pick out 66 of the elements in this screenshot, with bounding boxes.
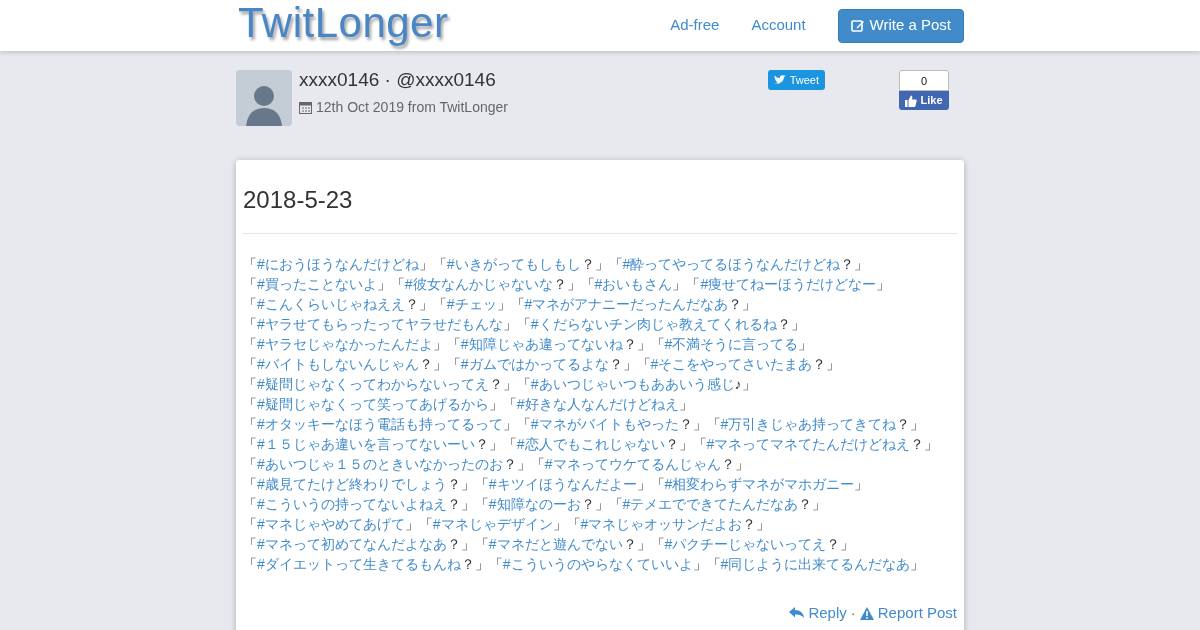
hashtag-link[interactable]: #そこをやってさいたまあ	[650, 356, 813, 372]
hashtag-link[interactable]: #恋人でもこれじゃない	[516, 436, 665, 452]
hashtag-link[interactable]: #万引きじゃあ持ってきてね	[720, 416, 897, 432]
hashtag-link[interactable]: #マネがアナニーだったんだなあ	[524, 296, 729, 312]
hashtag-link[interactable]: #こんくらいじゃねええ	[257, 296, 405, 312]
hashtag-link[interactable]: #ヤラせてもらったってヤラせだもんな	[257, 316, 503, 332]
hashtag-link[interactable]: #痩せてねーほうだけどなー	[700, 276, 877, 292]
hashtag-link[interactable]: #パクチーじゃないってえ	[664, 536, 827, 552]
reply-arrow-icon	[789, 607, 805, 620]
hashtag-link[interactable]: #マネだと遊んでない	[488, 536, 623, 552]
hashtag-link[interactable]: #相変わらずマネがマホガニー	[664, 476, 855, 492]
warning-icon	[859, 606, 874, 620]
avatar-icon	[236, 70, 292, 126]
hashtag-link[interactable]: #こういうのやらなくていいよ	[502, 556, 693, 572]
hashtag-link[interactable]: #ダイエットって生きてるもんね	[257, 556, 461, 572]
hashtag-link[interactable]: #マネじゃやめてあげて	[257, 516, 405, 532]
hashtag-link[interactable]: #酔ってやってるほうなんだけどね	[622, 256, 841, 272]
hashtag-link[interactable]: #マネじゃオッサンだよお	[580, 516, 743, 532]
report-post-link[interactable]: Report Post	[859, 602, 957, 625]
hashtag-link[interactable]: #チェッ	[446, 296, 497, 312]
bird-icon	[773, 75, 786, 85]
hashtag-link[interactable]: #知障なのーお	[488, 496, 581, 512]
hashtag-link[interactable]: #くだらないチン肉じゃ教えてくれるね	[530, 316, 777, 332]
hashtag-link[interactable]: #こういうの持ってないよねえ	[257, 496, 447, 512]
hashtag-link[interactable]: #いきがってもしもし	[446, 256, 581, 272]
logo[interactable]: TwitLonger	[238, 1, 449, 44]
hashtag-link[interactable]: #歳見てたけど終わりでしょう	[257, 476, 447, 492]
post-body: 「#におうほうなんだけどね」「#いきがってもしもし？」「#酔ってやってるほうなんだけどね？」 「#買ったことないよ」「#彼女なんかじゃないな？」「#おいもさん」「#痩せてねーほうだけどなー」 「#こんくらいじゃねええ？」「#チェッ」「#マネがアナニーだったんだなあ？」 「#ヤラせてもらったってヤラせだもんな」「#くだらないチン肉じゃ教えてくれるね？」 「#ヤラセじゃなかったんだよ」「#知障じゃあ違ってないね？」「#不満そうに言ってる」 「#バイトもしないんじゃん？」「#ガムではかってるよな？」「#そこをやってさいたまあ？」 「#疑問じゃなくってわからないってえ？」「#あいつじゃいつもああいう感じ♪」 「#疑問じゃなくって笑ってあげるから」「#好きな人なんだけどねえ」 「#オタッキーなほう電話も持ってるって」「#マネがバイトもやった？」「#万引きじゃあ持ってきてね？」 「#１５じゃあ違いを言ってないーい？」「#恋人でもこれじゃない？」「#マネってマネてたんだけどねえ？」 「#あいつじゃ１５のときいなかったのお？」「#マネってウケてるんじゃん？」 「#歳見てたけど終わりでしょう？」「#キツイほうなんだよー」「#相変わらずマネがマホガニー」 「#こういうの持ってないよねえ？」「#知障なのーお？」「#テメエでできてたんだなあ？」 「#マネじゃやめてあげて」「#マネじゃデザイン」「#マネじゃオッサンだよお？」 「#マネって初めてなんだよなあ？」「#マネだと遊んでない？」「#パクチーじゃないってえ？」 「#ダイエットって生きてるもんね？」「#こういうのやらなくていいよ」「#同じように出来てるんだなあ」	[243, 255, 940, 574]
like-button[interactable]: Like	[899, 91, 949, 110]
hashtag-link[interactable]: #不満そうに言ってる	[664, 336, 799, 352]
write-post-button[interactable]: Write a Post	[837, 8, 964, 43]
hashtag-link[interactable]: #疑問じゃなくって笑ってあげるから	[257, 396, 489, 412]
hashtag-link[interactable]: #おいもさん	[594, 276, 673, 292]
hashtag-link[interactable]: #オタッキーなほう電話も持ってるって	[257, 416, 503, 432]
hashtag-link[interactable]: #あいつじゃ１５のときいなかったのお	[257, 456, 503, 472]
hashtag-link[interactable]: #バイトもしないんじゃん	[257, 356, 419, 372]
hashtag-link[interactable]: #あいつじゃいつもああいう感じ	[530, 376, 735, 392]
separator: ·	[850, 603, 856, 623]
hashtag-link[interactable]: #マネがバイトもやった	[530, 416, 679, 432]
reply-link[interactable]: Reply	[789, 602, 847, 625]
hashtag-link[interactable]: #マネってウケてるんじゃん	[544, 456, 721, 472]
tweet-button[interactable]: Tweet	[767, 70, 825, 90]
hashtag-link[interactable]: #におうほうなんだけどね	[257, 256, 419, 272]
nav-link[interactable]: Account	[751, 14, 806, 37]
hashtag-link[interactable]: #テメエでできてたんだなあ	[622, 496, 799, 512]
hashtag-link[interactable]: #マネってマネてたんだけどねえ	[706, 436, 911, 452]
hashtag-link[interactable]: #キツイほうなんだよー	[488, 476, 637, 492]
hashtag-link[interactable]: #マネじゃデザイン	[432, 516, 553, 532]
calendar-icon	[299, 101, 312, 114]
hashtag-link[interactable]: #１５じゃあ違いを言ってないーい	[257, 436, 475, 452]
thumbs-up-icon	[905, 94, 918, 107]
author-name: xxxx0146 · @xxxx0146	[299, 70, 497, 90]
like-count: 0	[899, 70, 949, 91]
hashtag-link[interactable]: #好きな人なんだけどねえ	[516, 396, 679, 412]
post-title: 2018-5-23	[243, 185, 354, 215]
hashtag-link[interactable]: #ヤラセじゃなかったんだよ	[257, 336, 433, 352]
hashtag-link[interactable]: #彼女なんかじゃないな	[404, 276, 553, 292]
edit-icon	[850, 18, 865, 33]
hashtag-link[interactable]: #同じように出来てるんだなあ	[720, 556, 911, 572]
hashtag-link[interactable]: #買ったことないよ	[257, 276, 377, 292]
hashtag-link[interactable]: #知障じゃあ違ってないね	[460, 336, 623, 352]
nav-link[interactable]: Ad-free	[670, 14, 720, 37]
post-date: 12th Oct 2019 from TwitLonger	[316, 98, 508, 117]
hashtag-link[interactable]: #ガムではかってるよな	[460, 356, 609, 372]
hashtag-link[interactable]: #マネって初めてなんだよなあ	[257, 536, 447, 552]
hashtag-link[interactable]: #疑問じゃなくってわからないってえ	[257, 376, 489, 392]
